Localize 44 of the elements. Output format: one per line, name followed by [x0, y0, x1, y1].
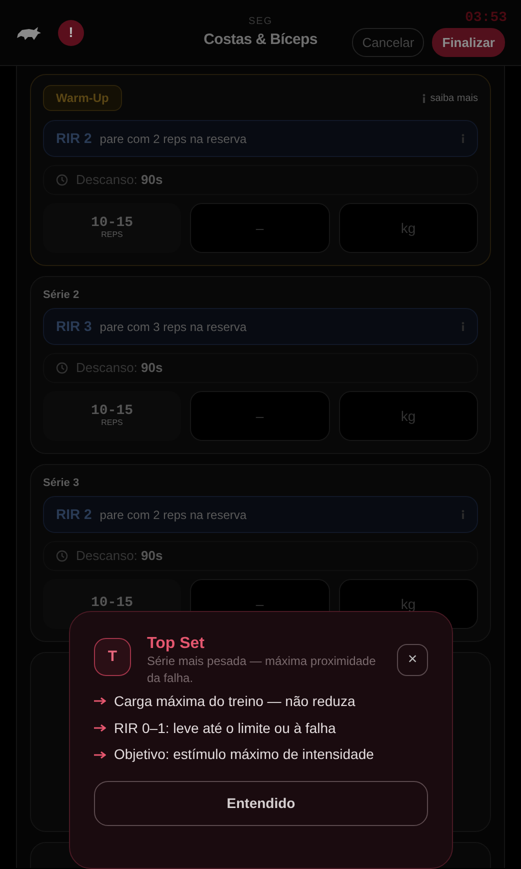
rir-hint: pare com 2 reps na reserva: [100, 506, 248, 524]
rir-banner[interactable]: RIR 2 pare com 2 reps na reserva: [43, 496, 478, 533]
rir-banner[interactable]: RIR 3 pare com 3 reps na reserva: [43, 308, 478, 345]
dialog-point: Carga máxima do treino — não reduza: [114, 692, 356, 710]
clock-icon: [56, 362, 68, 374]
cancel-button[interactable]: Cancelar: [352, 28, 424, 57]
rir-hint: pare com 3 reps na reserva: [100, 318, 248, 336]
rir-value: RIR 2: [56, 129, 92, 148]
reps-input[interactable]: –: [190, 391, 330, 441]
info-icon: [422, 94, 426, 102]
info-link[interactable]: saiba mais: [430, 90, 478, 106]
alert-badge: !: [58, 20, 84, 46]
reps-input[interactable]: –: [190, 203, 330, 253]
set-avatar: T: [94, 638, 131, 676]
rir-hint: pare com 2 reps na reserva: [100, 130, 248, 148]
reps-value: 10-15: [90, 596, 133, 612]
confirm-button[interactable]: Entendido: [94, 781, 428, 826]
rir-value: RIR 2: [56, 505, 92, 524]
info-icon: [461, 510, 465, 519]
dialog-title: Top Set: [147, 634, 206, 654]
bull-icon: [16, 24, 42, 40]
finish-button[interactable]: Finalizar: [432, 28, 505, 57]
reps-label: REPS: [101, 231, 123, 240]
timer: 03:53: [464, 9, 507, 28]
close-button[interactable]: ×: [397, 644, 428, 676]
dialog-point: Objetivo: estímulo máximo de intensidade: [114, 746, 374, 764]
arrow-icon: [94, 697, 106, 706]
rir-banner[interactable]: RIR 2 pare com 2 reps na reserva: [43, 120, 478, 157]
arrow-icon: [94, 724, 106, 732]
reps-label: REPS: [101, 419, 123, 428]
dialog-point: RIR 0–1: leve até o limite ou à falha: [114, 720, 336, 736]
arrow-icon: [94, 750, 106, 759]
set-label: Série 2: [43, 288, 80, 303]
set-type-badge: Warm-Up: [43, 85, 122, 111]
reps-value: 10-15: [90, 404, 133, 419]
clock-icon: [56, 174, 68, 186]
rir-value: RIR 3: [56, 317, 92, 336]
set-label: Série 3: [43, 476, 80, 491]
info-icon: [461, 322, 465, 331]
dialog-subtitle: Série mais pesada — máxima proximidade da falha.: [147, 653, 377, 687]
reps-value: 10-15: [90, 216, 133, 231]
info-icon: [461, 134, 465, 143]
workout-title: Costas & Bíceps: [204, 31, 318, 49]
clock-icon: [56, 550, 68, 562]
